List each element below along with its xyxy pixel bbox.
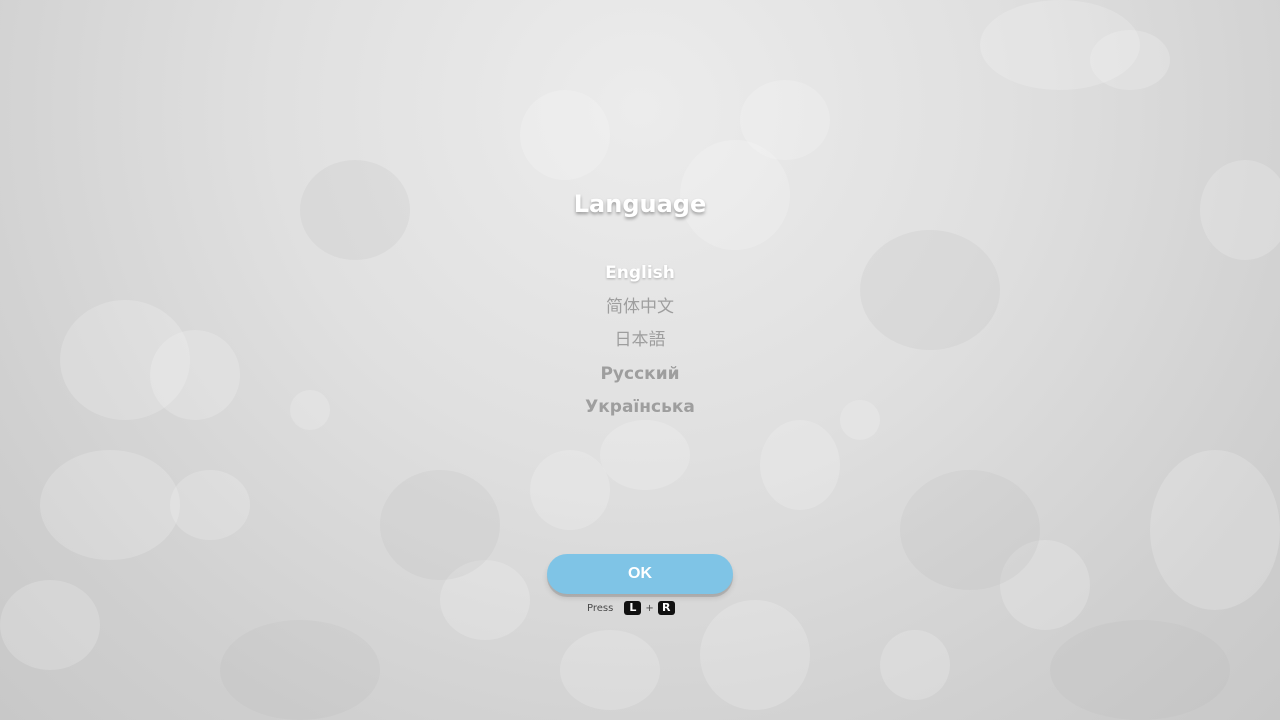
language-list: English 简体中文 日本語 Русский Українська <box>0 258 1280 426</box>
language-option-russian[interactable]: Русский <box>0 359 1280 393</box>
button-hint: Press L + R <box>587 600 675 616</box>
hint-press-label: Press <box>587 602 614 614</box>
language-option-english[interactable]: English <box>0 258 1280 292</box>
language-option-japanese[interactable]: 日本語 <box>0 325 1280 359</box>
language-option-ukrainian[interactable]: Українська <box>0 392 1280 426</box>
r-button-icon: R <box>657 601 675 615</box>
ok-button[interactable]: OK <box>547 554 733 594</box>
l-button-icon: L <box>624 601 642 615</box>
language-option-simplified-chinese[interactable]: 简体中文 <box>0 292 1280 326</box>
hint-plus: + <box>645 602 654 614</box>
language-title: Language <box>573 190 707 218</box>
